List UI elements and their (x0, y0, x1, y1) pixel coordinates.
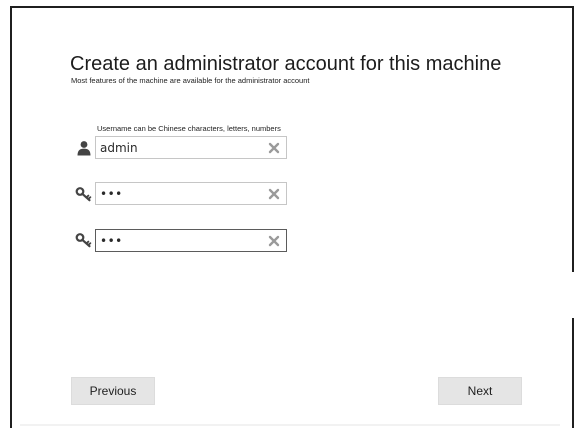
bottom-shadow (20, 424, 560, 426)
user-icon (76, 140, 92, 156)
confirm-password-input[interactable] (100, 230, 268, 251)
username-hint: Username can be Chinese characters, lett… (97, 124, 281, 133)
window-edge-gap (570, 272, 574, 318)
password-input[interactable] (100, 183, 268, 204)
username-input[interactable] (100, 137, 268, 158)
key-icon (75, 186, 92, 202)
clear-x-icon[interactable] (268, 235, 280, 247)
page-title: Create an administrator account for this… (70, 53, 502, 75)
password-field[interactable] (95, 182, 287, 205)
clear-x-icon[interactable] (268, 142, 280, 154)
next-button[interactable]: Next (438, 377, 522, 405)
previous-button[interactable]: Previous (71, 377, 155, 405)
clear-x-icon[interactable] (268, 188, 280, 200)
key-icon (75, 232, 92, 248)
confirm-password-field[interactable] (95, 229, 287, 252)
page-subtitle: Most features of the machine are availab… (71, 76, 310, 85)
username-field[interactable] (95, 136, 287, 159)
